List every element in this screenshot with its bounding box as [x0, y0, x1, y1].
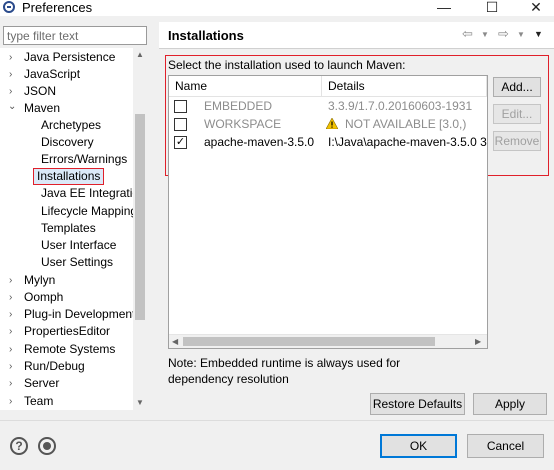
row-checkbox[interactable] [174, 100, 187, 113]
filter-input[interactable] [3, 26, 147, 45]
title-bar: Preferences — ☐ ✕ [0, 0, 554, 16]
header-divider [159, 48, 554, 49]
table-row[interactable]: WORKSPACE NOT AVAILABLE [3.0,) [169, 115, 487, 133]
table-scrollbar[interactable]: ◀ ▶ [169, 334, 487, 348]
expand-arrow-icon[interactable]: › [9, 49, 12, 66]
back-icon[interactable]: ⇦ [462, 26, 473, 42]
installation-prompt: Select the installation used to launch M… [168, 58, 406, 72]
tree-item-discovery[interactable]: Discovery [41, 134, 94, 151]
expand-arrow-icon[interactable]: › [9, 66, 12, 83]
view-menu-icon[interactable]: ▼ [534, 29, 543, 39]
tree-item-java-persistence[interactable]: Java Persistence [24, 49, 115, 66]
scroll-down-icon[interactable]: ▼ [135, 398, 145, 408]
maximize-button[interactable]: ☐ [472, 0, 512, 16]
tree-item-mylyn[interactable]: Mylyn [24, 272, 55, 289]
table-row[interactable]: EMBEDDED 3.3.9/1.7.0.20160603-1931 [169, 97, 487, 115]
ok-button[interactable]: OK [380, 434, 457, 458]
page-title: Installations [168, 28, 244, 43]
tree-scrollbar[interactable]: ▲ ▼ [133, 48, 147, 410]
help-icon[interactable]: ? [10, 437, 28, 455]
expand-arrow-icon[interactable]: › [9, 306, 12, 323]
tree-item-lifecycle-mapping[interactable]: Lifecycle Mapping [41, 203, 133, 220]
expand-arrow-icon[interactable]: › [9, 393, 12, 410]
tree-item-team[interactable]: Team [24, 393, 53, 410]
scroll-right-icon[interactable]: ▶ [475, 337, 481, 347]
embedded-runtime-note: Note: Embedded runtime is always used fo… [168, 356, 401, 386]
preferences-tree: › Java Persistence › JavaScript › JSON ⌄… [0, 48, 133, 410]
installation-details: 3.3.9/1.7.0.20160603-1931 [328, 99, 473, 113]
column-header-name[interactable]: Name [169, 76, 322, 97]
installation-name: apache-maven-3.5.0 [204, 135, 315, 149]
installation-name: EMBEDDED [204, 99, 273, 113]
expand-arrow-icon[interactable]: › [9, 323, 12, 340]
column-header-details[interactable]: Details [322, 76, 487, 97]
tree-item-oomph[interactable]: Oomph [24, 289, 63, 306]
tree-item-user-settings[interactable]: User Settings [41, 254, 113, 271]
installation-name: WORKSPACE [204, 117, 282, 131]
row-checkbox[interactable] [174, 118, 187, 131]
import-export-icon[interactable] [38, 437, 56, 455]
tree-item-errors-warnings[interactable]: Errors/Warnings [41, 151, 127, 168]
restore-defaults-button[interactable]: Restore Defaults [370, 393, 465, 415]
scroll-left-icon[interactable]: ◀ [172, 337, 178, 347]
tree-item-archetypes[interactable]: Archetypes [41, 117, 101, 134]
tree-item-maven[interactable]: Maven [24, 100, 60, 117]
expand-arrow-icon[interactable]: › [9, 289, 12, 306]
eclipse-icon [3, 1, 15, 13]
cancel-button[interactable]: Cancel [467, 434, 544, 458]
add-button[interactable]: Add... [493, 77, 541, 97]
expand-arrow-icon[interactable]: › [9, 272, 12, 289]
installation-details: I:\Java\apache-maven-3.5.0 3.5.0 [328, 135, 487, 149]
forward-menu-icon[interactable]: ▼ [517, 30, 525, 39]
collapse-arrow-icon[interactable]: ⌄ [8, 98, 16, 115]
scrollbar-thumb[interactable] [135, 114, 145, 320]
tree-item-plugin-development[interactable]: Plug-in Development [24, 306, 133, 323]
tree-item-java-ee-integration[interactable]: Java EE Integration [41, 185, 133, 202]
window-title: Preferences [22, 0, 93, 15]
tree-item-templates[interactable]: Templates [41, 220, 96, 237]
forward-icon[interactable]: ⇨ [498, 26, 509, 42]
tree-item-installations[interactable]: Installations [33, 168, 105, 185]
apply-button[interactable]: Apply [473, 393, 547, 415]
tree-item-user-interface[interactable]: User Interface [41, 237, 116, 254]
expand-arrow-icon[interactable]: › [9, 375, 12, 392]
installations-table[interactable]: Name Details EMBEDDED 3.3.9/1.7.0.201606… [168, 75, 488, 349]
warning-icon [326, 118, 338, 129]
tree-item-remote-systems[interactable]: Remote Systems [24, 341, 115, 358]
footer-divider [0, 420, 554, 421]
tree-item-javascript[interactable]: JavaScript [24, 66, 80, 83]
installation-details: NOT AVAILABLE [3.0,) [345, 117, 467, 131]
scroll-up-icon[interactable]: ▲ [135, 50, 145, 60]
minimize-button[interactable]: — [424, 0, 464, 16]
close-button[interactable]: ✕ [516, 0, 554, 16]
expand-arrow-icon[interactable]: › [9, 358, 12, 375]
back-menu-icon[interactable]: ▼ [481, 30, 489, 39]
scrollbar-thumb[interactable] [183, 337, 435, 346]
remove-button[interactable]: Remove [493, 131, 541, 151]
tree-item-json[interactable]: JSON [24, 83, 56, 100]
tree-item-server[interactable]: Server [24, 375, 59, 392]
expand-arrow-icon[interactable]: › [9, 341, 12, 358]
edit-button[interactable]: Edit... [493, 104, 541, 124]
tree-item-run-debug[interactable]: Run/Debug [24, 358, 85, 375]
row-checkbox[interactable]: ✓ [174, 136, 187, 149]
tree-item-properties-editor[interactable]: PropertiesEditor [24, 323, 110, 340]
table-row[interactable]: ✓ apache-maven-3.5.0 I:\Java\apache-mave… [169, 133, 487, 151]
